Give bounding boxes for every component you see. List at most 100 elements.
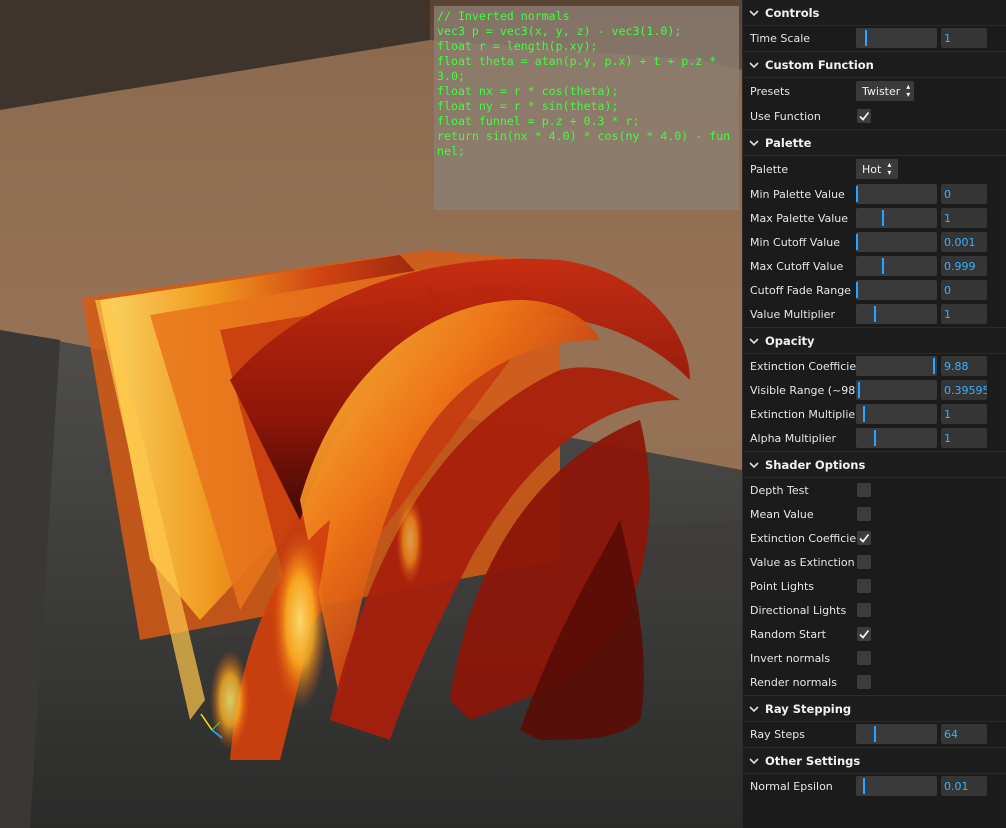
shader-code-overlay[interactable]: // Inverted normals vec3 p = vec3(x, y, … <box>434 6 739 210</box>
slider-knob[interactable] <box>865 30 868 46</box>
max-palette-input[interactable]: 1 <box>941 208 987 228</box>
directional-lights-label: Directional Lights <box>750 603 847 617</box>
visible-range-slider[interactable] <box>856 380 937 400</box>
palette-value: Hot <box>862 162 882 176</box>
section-title: Custom Function <box>765 57 874 72</box>
normal-epsilon-input[interactable]: 0.01 <box>941 776 987 796</box>
slider-knob[interactable] <box>874 726 877 742</box>
min-cutoff-input[interactable]: 0.001 <box>941 232 987 252</box>
slider-knob[interactable] <box>858 382 861 398</box>
time-scale-input[interactable]: 1 <box>941 28 987 48</box>
updown-arrows-icon: ▴ ▾ <box>887 160 892 177</box>
ray-steps-slider[interactable] <box>856 724 937 744</box>
time-scale-label: Time Scale <box>750 31 811 45</box>
point-lights-row: Point Lights <box>743 574 1006 598</box>
random-start-checkbox[interactable] <box>857 627 871 641</box>
slider-knob[interactable] <box>882 210 885 226</box>
presets-label: Presets <box>750 84 791 98</box>
chevron-down-icon <box>749 60 759 70</box>
extinction-multiplier-row: Extinction Multiplier 1 <box>743 402 1006 426</box>
extinction-coefficient-slider[interactable] <box>856 356 937 376</box>
section-title: Palette <box>765 135 812 150</box>
section-opacity[interactable]: Opacity <box>743 328 1006 354</box>
use-function-label: Use Function <box>750 109 821 123</box>
section-controls[interactable]: Controls <box>743 0 1006 26</box>
value-as-extinction-checkbox[interactable] <box>857 555 871 569</box>
slider-knob[interactable] <box>874 306 877 322</box>
section-title: Other Settings <box>765 753 861 768</box>
slider-knob[interactable] <box>933 358 936 374</box>
use-function-checkbox[interactable] <box>857 109 871 123</box>
visible-range-input[interactable]: 0.395951 <box>941 380 987 400</box>
invert-normals-row: Invert normals <box>743 646 1006 670</box>
depth-test-label: Depth Test <box>750 483 809 497</box>
cutoff-fade-input[interactable]: 0 <box>941 280 987 300</box>
mean-value-checkbox[interactable] <box>857 507 871 521</box>
alpha-multiplier-row: Alpha Multiplier 1 <box>743 426 1006 450</box>
value-multiplier-slider[interactable] <box>856 304 937 324</box>
extinction-multiplier-input[interactable]: 1 <box>941 404 987 424</box>
extinction-coefficient-checkbox[interactable] <box>857 531 871 545</box>
section-ray-stepping[interactable]: Ray Stepping <box>743 696 1006 722</box>
min-cutoff-slider[interactable] <box>856 232 937 252</box>
section-palette[interactable]: Palette <box>743 130 1006 156</box>
value-multiplier-input[interactable]: 1 <box>941 304 987 324</box>
section-title: Ray Stepping <box>765 701 852 716</box>
extinction-coefficient-option-label: Extinction Coefficient <box>750 531 868 545</box>
slider-knob[interactable] <box>863 406 866 422</box>
min-palette-input[interactable]: 0 <box>941 184 987 204</box>
section-title: Opacity <box>765 333 815 348</box>
section-title: Controls <box>765 5 820 20</box>
time-scale-slider[interactable] <box>856 28 937 48</box>
max-cutoff-label: Max Cutoff Value <box>750 259 844 273</box>
point-lights-label: Point Lights <box>750 579 814 593</box>
alpha-multiplier-input[interactable]: 1 <box>941 428 987 448</box>
render-normals-checkbox[interactable] <box>857 675 871 689</box>
extinction-multiplier-slider[interactable] <box>856 404 937 424</box>
min-cutoff-row: Min Cutoff Value 0.001 <box>743 230 1006 254</box>
alpha-multiplier-slider[interactable] <box>856 428 937 448</box>
slider-knob[interactable] <box>856 282 858 298</box>
slider-knob[interactable] <box>882 258 885 274</box>
ray-steps-input[interactable]: 64 <box>941 724 987 744</box>
min-palette-label: Min Palette Value <box>750 187 845 201</box>
normal-epsilon-label: Normal Epsilon <box>750 779 833 793</box>
section-custom-function[interactable]: Custom Function <box>743 52 1006 78</box>
max-cutoff-input[interactable]: 0.999 <box>941 256 987 276</box>
mean-value-label: Mean Value <box>750 507 814 521</box>
chevron-down-icon <box>749 336 759 346</box>
min-palette-slider[interactable] <box>856 184 937 204</box>
extinction-coefficient-input[interactable]: 9.88 <box>941 356 987 376</box>
value-as-extinction-label: Value as Extinction <box>750 555 855 569</box>
section-other-settings[interactable]: Other Settings <box>743 748 1006 774</box>
max-cutoff-slider[interactable] <box>856 256 937 276</box>
palette-dropdown[interactable]: Hot ▴ ▾ <box>856 159 898 179</box>
cutoff-fade-slider[interactable] <box>856 280 937 300</box>
shader-options-list: Depth Test Mean Value Extinction Coeffic… <box>743 478 1006 694</box>
control-panel: Controls Time Scale 1 Custom Function Pr… <box>742 0 1006 828</box>
presets-dropdown[interactable]: Twister ▴ ▾ <box>856 81 914 101</box>
presets-value: Twister <box>862 84 901 98</box>
directional-lights-row: Directional Lights <box>743 598 1006 622</box>
normal-epsilon-slider[interactable] <box>856 776 937 796</box>
extinction-multiplier-label: Extinction Multiplier <box>750 407 860 421</box>
directional-lights-checkbox[interactable] <box>857 603 871 617</box>
slider-knob[interactable] <box>863 778 866 794</box>
invert-normals-checkbox[interactable] <box>857 651 871 665</box>
chevron-down-icon <box>749 756 759 766</box>
section-shader-options[interactable]: Shader Options <box>743 452 1006 478</box>
time-scale-row: Time Scale 1 <box>743 26 1006 50</box>
slider-knob[interactable] <box>856 234 858 250</box>
depth-test-checkbox[interactable] <box>857 483 871 497</box>
chevron-down-icon <box>749 460 759 470</box>
presets-row: Presets Twister ▴ ▾ <box>743 78 1006 104</box>
slider-knob[interactable] <box>856 186 858 202</box>
normal-epsilon-row: Normal Epsilon 0.01 <box>743 774 1006 798</box>
depth-test-row: Depth Test <box>743 478 1006 502</box>
slider-knob[interactable] <box>874 430 877 446</box>
max-palette-slider[interactable] <box>856 208 937 228</box>
mean-value-row: Mean Value <box>743 502 1006 526</box>
point-lights-checkbox[interactable] <box>857 579 871 593</box>
extinction-coefficient-row: Extinction Coefficient 9.88 <box>743 354 1006 378</box>
random-start-row: Random Start <box>743 622 1006 646</box>
